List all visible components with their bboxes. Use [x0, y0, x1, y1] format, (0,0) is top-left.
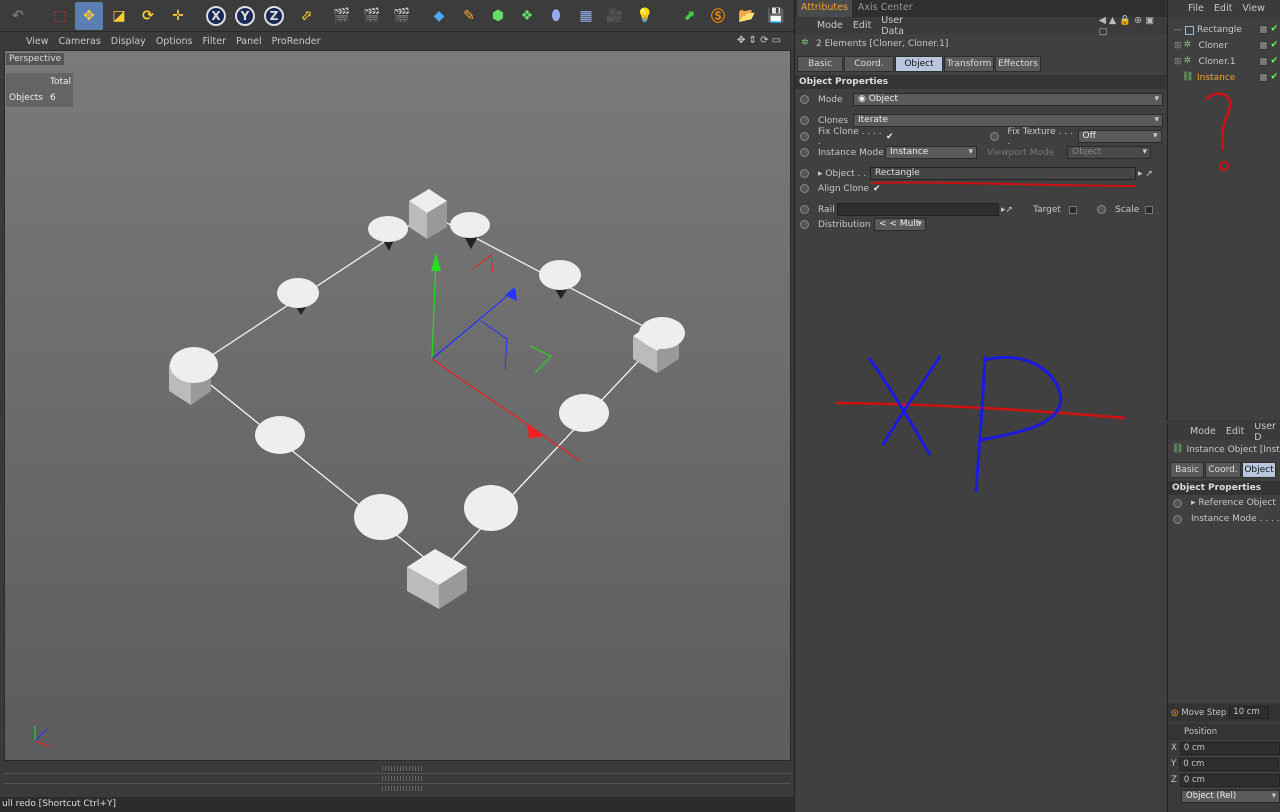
animate-dot[interactable] — [1173, 498, 1182, 508]
script-icon[interactable]: Ⓢ — [704, 2, 732, 30]
move-tool-icon[interactable]: ✥ — [75, 2, 103, 30]
clone-cube — [409, 189, 447, 239]
viewport-menu-filter[interactable]: Filter — [202, 36, 226, 47]
deformer-icon[interactable]: ⬮ — [542, 2, 570, 30]
hand-drawn-annotations — [834, 181, 1136, 493]
reference-object-label: ▸ Reference Object — [1191, 498, 1276, 508]
position-x-row: X 0 cm — [1168, 740, 1280, 756]
attr2-subtabs: Basic Coord. Object — [1168, 462, 1280, 478]
hud-objects-value: 6 — [50, 93, 56, 103]
attributes-panel: Attributes Axis Center Mode Edit User Da… — [794, 0, 1166, 812]
transform-tool-icon[interactable]: ✛ — [164, 2, 192, 30]
y-label: Y — [1171, 759, 1177, 769]
attributes-panel-secondary: Mode Edit User D ⛓ Instance Object [Inst… — [1167, 423, 1280, 703]
scale-tool-icon[interactable]: ◪ — [105, 2, 133, 30]
status-bar: ull redo [Shortcut Ctrl+Y] — [0, 797, 794, 812]
viewport-menu-options[interactable]: Options — [156, 36, 193, 47]
light-icon[interactable]: 💡 — [631, 2, 659, 30]
question-mark-annotation — [1204, 92, 1232, 171]
position-z-row: Z 0 cm — [1168, 772, 1280, 788]
undo-icon[interactable]: ↶ — [4, 2, 32, 30]
resize-grip[interactable] — [382, 776, 422, 781]
viewport-menu-panel[interactable]: Panel — [236, 36, 262, 47]
viewport-menu: View Cameras Display Options Filter Pane… — [0, 33, 794, 50]
clone-cube — [407, 549, 467, 609]
floor-icon[interactable]: ▦ — [572, 2, 600, 30]
hud-objects-label: Objects — [9, 93, 44, 103]
pen-spline-icon[interactable]: ✎ — [455, 2, 483, 30]
viewport-3d[interactable] — [4, 50, 791, 761]
y-axis-lock-button[interactable]: Y — [231, 2, 259, 30]
object-manager: File Edit View — Rectangle ✔ ⊞ ✲ Cloner … — [1167, 0, 1280, 420]
coordinate-mode-dropdown[interactable]: Object (Rel) — [1181, 789, 1280, 803]
viewport-menu-view[interactable]: View — [26, 36, 49, 47]
attr2-menu: Mode Edit User D — [1168, 423, 1280, 443]
attr2-instance-mode-label: Instance Mode . . . . — [1191, 514, 1280, 524]
x-label: X — [1171, 743, 1177, 753]
scene-svg — [34, 189, 685, 747]
camera-icon[interactable]: 🎥 — [601, 2, 629, 30]
viewport-camera-label[interactable]: Perspective — [6, 53, 65, 65]
attr2-subtab-basic[interactable]: Basic — [1170, 462, 1204, 478]
coordinate-system-icon[interactable]: ⬀ — [292, 2, 320, 30]
render-picture-viewer-icon[interactable]: 🎬 — [358, 2, 386, 30]
position-x-field[interactable]: 0 cm — [1179, 741, 1280, 755]
viewport-hud: Total Objects 6 — [6, 73, 73, 107]
move-step-icon: ◎ — [1171, 707, 1179, 718]
viewport-menu-display[interactable]: Display — [111, 36, 146, 47]
live-selection-icon[interactable]: ⬚ — [46, 2, 74, 30]
coord-footer-row: Object (Rel) — [1168, 788, 1280, 804]
attr2-subtab-object[interactable]: Object — [1242, 462, 1276, 478]
cube-icon[interactable]: ◆ — [425, 2, 453, 30]
attr2-instance-mode-row: Instance Mode . . . . — [1168, 511, 1280, 527]
attr2-menu-user-data[interactable]: User D — [1254, 423, 1280, 443]
render-view-icon[interactable]: 🎬 — [328, 2, 356, 30]
position-section: Position — [1168, 724, 1280, 740]
x-axis-lock-button[interactable]: X — [202, 2, 230, 30]
open-file-icon[interactable]: 📂 — [733, 2, 761, 30]
viewport-menu-cameras[interactable]: Cameras — [59, 36, 101, 47]
main-toolbar: ↶ ⬚ ✥ ◪ ⟳ ✛ X Y Z ⬀ 🎬 🎬 🎬 ◆ ✎ ⬢ ❖ ⬮ ▦ 🎥 … — [0, 0, 794, 32]
attr2-title: Instance Object [Insta — [1186, 445, 1280, 455]
position-z-field[interactable]: 0 cm — [1179, 773, 1280, 787]
snap-icon[interactable]: ⬈ — [675, 2, 703, 30]
viewport-menu-prorender[interactable]: ProRender — [272, 36, 321, 47]
clone-discs — [170, 212, 685, 540]
world-axis-icon — [34, 726, 50, 747]
subdivision-icon[interactable]: ⬢ — [484, 2, 512, 30]
viewport-nav-icons[interactable]: ✥ ⇕ ⟳ ▭ — [737, 35, 781, 46]
instance-icon: ⛓ — [1172, 444, 1184, 454]
resize-grip[interactable] — [382, 786, 422, 791]
attr2-menu-edit[interactable]: Edit — [1226, 426, 1244, 437]
resize-grip[interactable] — [382, 766, 422, 771]
hud-total-label: Total — [50, 77, 72, 87]
array-icon[interactable]: ❖ — [513, 2, 541, 30]
rotate-tool-icon[interactable]: ⟳ — [134, 2, 162, 30]
attr2-menu-mode[interactable]: Mode — [1190, 426, 1216, 437]
attr2-section: Object Properties — [1168, 481, 1280, 495]
animate-dot[interactable] — [1173, 514, 1182, 524]
coordinates-panel: ◎ Move Step 10 cm Position X 0 cm Y 0 cm… — [1167, 704, 1280, 812]
timeline-strip — [4, 762, 791, 796]
position-y-field[interactable]: 0 cm — [1179, 757, 1280, 771]
attr2-title-row: ⛓ Instance Object [Insta — [1168, 440, 1280, 460]
attr2-subtab-coord[interactable]: Coord. — [1205, 462, 1241, 478]
move-step-row: ◎ Move Step 10 cm — [1168, 704, 1280, 721]
move-step-label: Move Step — [1181, 707, 1227, 718]
move-step-field[interactable]: 10 cm — [1229, 706, 1270, 719]
z-label: Z — [1171, 775, 1177, 785]
rectangle-spline — [190, 212, 664, 572]
z-axis-lock-button[interactable]: Z — [260, 2, 288, 30]
position-y-row: Y 0 cm — [1168, 756, 1280, 772]
save-icon[interactable]: 💾 — [762, 2, 790, 30]
reference-object-row: ▸ Reference Object — [1168, 495, 1280, 511]
render-settings-icon[interactable]: 🎬 — [388, 2, 416, 30]
